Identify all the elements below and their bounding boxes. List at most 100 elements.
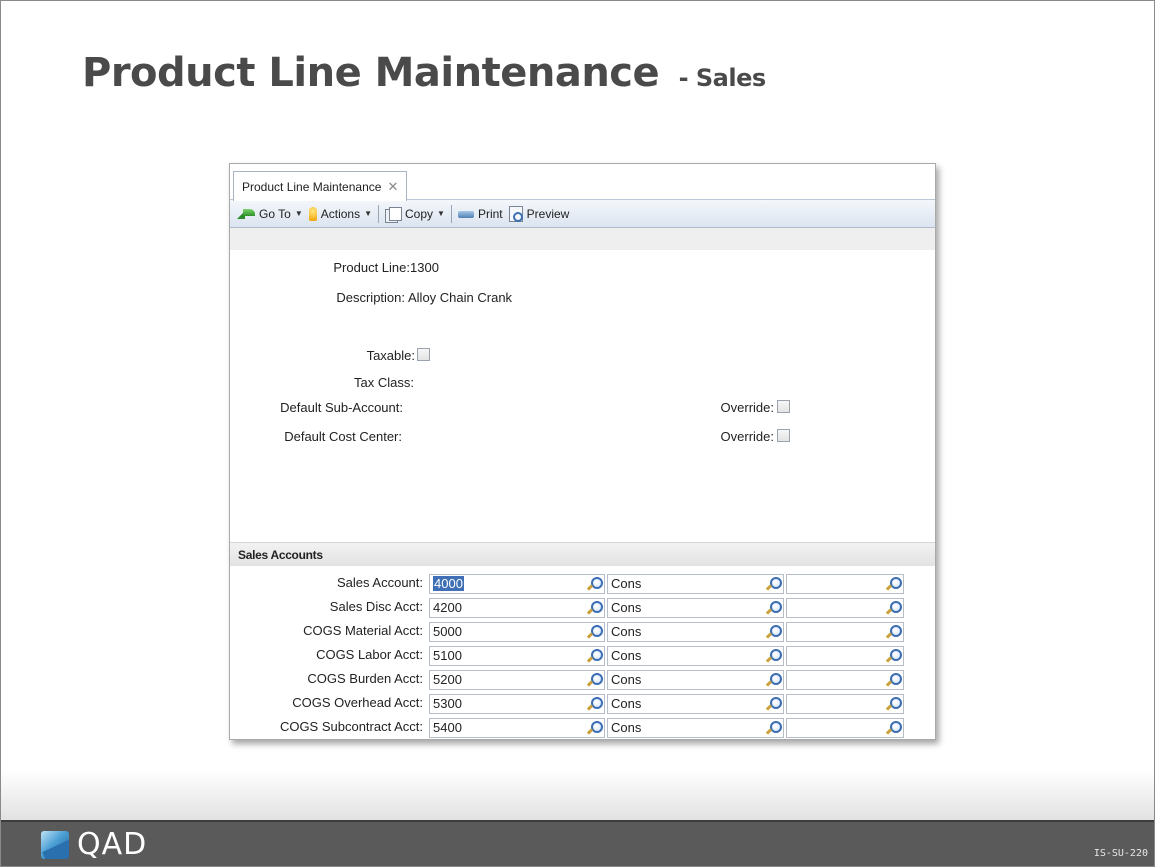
sub-account-value: Cons (611, 672, 642, 687)
printer-icon (457, 206, 474, 223)
lookup-magnifier-icon[interactable] (886, 649, 902, 663)
product-line-maintenance-window: Product Line Maintenance ✕ Go To ▼ Actio… (229, 163, 936, 740)
cogs-subcontract-cc-input[interactable] (786, 718, 904, 738)
lookup-magnifier-icon[interactable] (587, 673, 603, 687)
account-value: 5100 (433, 648, 462, 663)
lookup-magnifier-icon[interactable] (886, 673, 902, 687)
tab-strip: Product Line Maintenance ✕ (230, 164, 935, 201)
cogs-overhead-cc-input[interactable] (786, 694, 904, 714)
taxable-label: Taxable: (366, 348, 415, 363)
sales-account-label: Sales Account: (337, 575, 423, 590)
description-value: Alloy Chain Crank (408, 290, 513, 305)
override-sub-account-checkbox[interactable] (777, 400, 790, 413)
lookup-magnifier-icon[interactable] (587, 697, 603, 711)
lookup-magnifier-icon[interactable] (886, 625, 902, 639)
lookup-magnifier-icon[interactable] (886, 577, 902, 591)
sub-account-value: Cons (611, 696, 642, 711)
table-row: COGS Subcontract Acct: 5400 Cons (230, 716, 935, 740)
sub-account-value: Cons (611, 600, 642, 615)
preview-label: Preview (526, 206, 570, 221)
print-label: Print (477, 206, 503, 221)
sales-disc-cc-input[interactable] (786, 598, 904, 618)
toolbar-separator (378, 204, 380, 223)
cogs-labor-acct-input[interactable]: 5100 (429, 646, 605, 666)
sales-disc-acct-label: Sales Disc Acct: (329, 599, 423, 614)
cogs-overhead-sub-input[interactable]: Cons (607, 694, 784, 714)
slide-footer: QAD IS-SU-220 (1, 820, 1154, 866)
cogs-material-cc-input[interactable] (786, 622, 904, 642)
slide-title-text: Product Line Maintenance (82, 50, 660, 96)
override-cost-center-label: Override: (720, 429, 774, 444)
sub-account-value: Cons (611, 648, 642, 663)
tax-class-label: Tax Class: (354, 375, 414, 390)
sales-accounts-header: Sales Accounts (230, 542, 935, 566)
account-value: 4200 (433, 600, 462, 615)
cogs-subcontract-acct-label: COGS Subcontract Acct: (279, 719, 423, 734)
cogs-material-sub-input[interactable]: Cons (607, 622, 784, 642)
sub-account-value: Cons (611, 624, 642, 639)
override-cost-center-checkbox[interactable] (777, 429, 790, 442)
qad-logo-text: QAD (77, 827, 148, 862)
cogs-burden-sub-input[interactable]: Cons (607, 670, 784, 690)
goto-arrow-icon (237, 208, 255, 219)
cogs-material-acct-label: COGS Material Acct: (303, 623, 423, 638)
close-icon[interactable]: ✕ (387, 179, 398, 195)
cogs-overhead-acct-label: COGS Overhead Acct: (292, 695, 423, 710)
account-value: 5200 (433, 672, 462, 687)
lookup-magnifier-icon[interactable] (886, 697, 902, 711)
toolbar: Go To ▼ Actions ▼ Copy ▼ Print Preview (230, 200, 935, 228)
sales-account-sub-input[interactable]: Cons (607, 574, 784, 594)
sub-account-value: Cons (611, 720, 642, 735)
tab-product-line-maintenance[interactable]: Product Line Maintenance ✕ (233, 171, 408, 201)
lookup-magnifier-icon[interactable] (886, 721, 902, 735)
cogs-burden-acct-input[interactable]: 5200 (429, 670, 605, 690)
default-sub-account-label: Default Sub-Account: (280, 400, 403, 415)
lookup-magnifier-icon[interactable] (587, 601, 603, 615)
lookup-magnifier-icon[interactable] (886, 601, 902, 615)
copy-label: Copy (405, 206, 434, 221)
actions-button[interactable]: Actions ▼ (306, 203, 375, 225)
lookup-magnifier-icon[interactable] (766, 697, 782, 711)
preview-button[interactable]: Preview (506, 203, 573, 225)
lookup-magnifier-icon[interactable] (587, 625, 603, 639)
lookup-magnifier-icon[interactable] (766, 577, 782, 591)
cogs-material-acct-input[interactable]: 5000 (429, 622, 605, 642)
sales-disc-acct-input[interactable]: 4200 (429, 598, 605, 618)
cogs-overhead-acct-input[interactable]: 5300 (429, 694, 605, 714)
print-button[interactable]: Print (455, 203, 506, 225)
lookup-magnifier-icon[interactable] (766, 601, 782, 615)
tab-label: Product Line Maintenance (242, 179, 382, 194)
sales-account-input[interactable]: 4000 (429, 574, 605, 594)
cogs-burden-cc-input[interactable] (786, 670, 904, 690)
form-subheader-bar (230, 228, 935, 250)
slide-title: Product Line Maintenance - Sales (82, 50, 766, 96)
table-row: COGS Material Acct: 5000 Cons (230, 620, 935, 644)
actions-label: Actions (320, 206, 361, 221)
lookup-magnifier-icon[interactable] (766, 673, 782, 687)
goto-button[interactable]: Go To ▼ (234, 203, 306, 225)
product-line-label: Product Line: (333, 260, 410, 275)
lookup-magnifier-icon[interactable] (766, 649, 782, 663)
cogs-subcontract-acct-input[interactable]: 5400 (429, 718, 605, 738)
override-sub-account-label: Override: (720, 400, 774, 415)
cogs-labor-cc-input[interactable] (786, 646, 904, 666)
taxable-checkbox[interactable] (417, 348, 430, 361)
sub-account-value: Cons (611, 576, 642, 591)
sales-disc-sub-input[interactable]: Cons (607, 598, 784, 618)
sales-account-cc-input[interactable] (786, 574, 904, 594)
lookup-magnifier-icon[interactable] (587, 649, 603, 663)
lightbulb-icon (308, 206, 317, 221)
cogs-labor-acct-label: COGS Labor Acct: (316, 647, 423, 662)
preview-icon (508, 205, 523, 222)
lookup-magnifier-icon[interactable] (766, 721, 782, 735)
copy-button[interactable]: Copy ▼ (382, 203, 448, 225)
goto-label: Go To (259, 206, 291, 221)
default-cost-center-label: Default Cost Center: (284, 429, 402, 444)
copy-icon (385, 206, 403, 223)
lookup-magnifier-icon[interactable] (587, 721, 603, 735)
caret-down-icon: ▼ (364, 209, 373, 218)
cogs-subcontract-sub-input[interactable]: Cons (607, 718, 784, 738)
cogs-labor-sub-input[interactable]: Cons (607, 646, 784, 666)
lookup-magnifier-icon[interactable] (587, 577, 603, 591)
lookup-magnifier-icon[interactable] (766, 625, 782, 639)
